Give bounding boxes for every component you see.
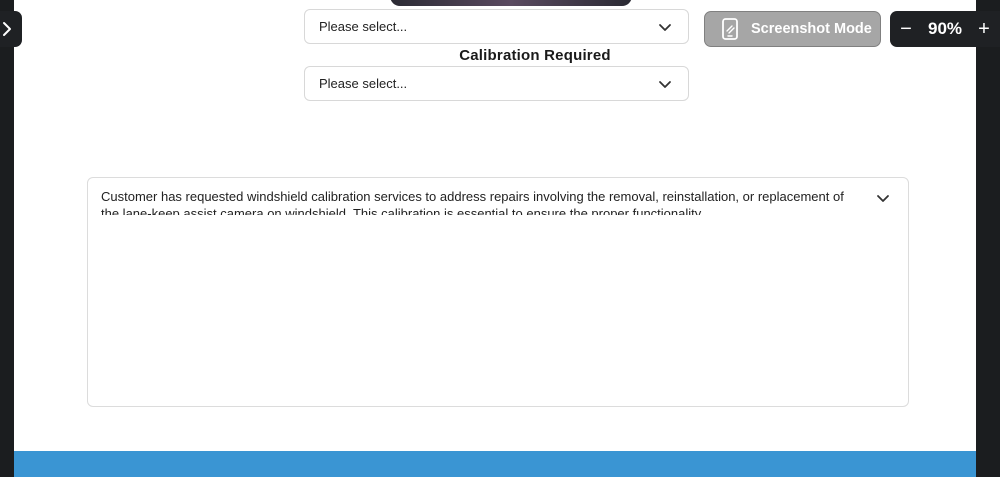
select-value: Please select...: [319, 76, 408, 91]
page-canvas: Please select... Calibration Required Pl…: [14, 0, 976, 477]
chevron-down-icon: [659, 24, 671, 31]
zoom-in-button[interactable]: +: [970, 11, 998, 47]
chevron-right-icon: [3, 22, 11, 36]
select-value: Please select...: [319, 19, 408, 34]
zoom-out-button[interactable]: −: [892, 11, 920, 47]
chevron-down-icon: [659, 81, 671, 88]
screenshot-mode-label: Screenshot Mode: [751, 21, 872, 37]
description-textarea[interactable]: Customer has requested windshield calibr…: [87, 177, 909, 407]
calibration-required-select[interactable]: Please select...: [304, 66, 689, 101]
sidebar-toggle-button[interactable]: [0, 11, 22, 47]
zoom-level: 90%: [927, 19, 963, 38]
chevron-down-icon[interactable]: [876, 192, 890, 206]
phone-icon: [722, 18, 738, 40]
calibration-required-label: Calibration Required: [459, 47, 611, 64]
header-image: [390, 0, 632, 6]
zoom-control: − 90% +: [890, 11, 1000, 47]
footer-bar: [14, 451, 976, 477]
description-text: Customer has requested windshield calibr…: [101, 189, 844, 215]
screenshot-mode-button[interactable]: Screenshot Mode: [704, 11, 881, 47]
top-select-dropdown[interactable]: Please select...: [304, 9, 689, 44]
